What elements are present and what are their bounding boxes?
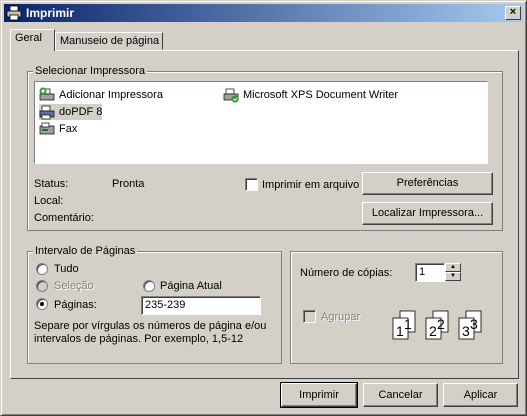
collate-digit: 3 bbox=[470, 316, 478, 332]
all-label[interactable]: Tudo bbox=[54, 263, 79, 275]
collate-icon: 1 1 2 2 3 3 bbox=[392, 310, 482, 340]
collate-page-set: 1 1 bbox=[392, 310, 416, 340]
collate-digit: 2 bbox=[437, 316, 445, 332]
comment-label: Comentário: bbox=[34, 212, 94, 224]
pages-input-value: 235-239 bbox=[145, 299, 186, 311]
printer-item-fax[interactable]: Fax bbox=[39, 121, 77, 137]
select-printer-legend: Selecionar Impressora bbox=[33, 65, 148, 77]
cancel-button[interactable]: Cancelar bbox=[363, 383, 438, 407]
close-button[interactable]: × bbox=[505, 6, 521, 20]
printer-item-add[interactable]: Adicionar Impressora bbox=[39, 87, 163, 103]
stepper-up-icon[interactable]: ▲ bbox=[445, 263, 461, 272]
apply-button[interactable]: Aplicar bbox=[443, 383, 518, 407]
pages-radio[interactable] bbox=[36, 298, 48, 310]
printer-label: Microsoft XPS Document Writer bbox=[243, 89, 399, 101]
collate-page-set: 3 3 bbox=[458, 310, 482, 340]
location-label: Local: bbox=[34, 195, 64, 207]
current-page-radio[interactable] bbox=[143, 280, 155, 292]
all-radio[interactable] bbox=[36, 263, 48, 275]
copies-stepper[interactable]: ▲ ▼ bbox=[445, 263, 461, 281]
status-label: Status: bbox=[34, 178, 69, 190]
printer-label: doPDF 8 bbox=[59, 106, 103, 118]
collate-digit: 1 bbox=[404, 316, 412, 332]
collate-label: Agrupar bbox=[321, 311, 361, 323]
printer-label: Adicionar Impressora bbox=[59, 89, 163, 101]
copies-input-value: 1 bbox=[419, 266, 426, 278]
page-range-legend: Intervalo de Páginas bbox=[33, 245, 138, 257]
apply-button-label: Aplicar bbox=[463, 389, 498, 401]
tab-manuseio-de-pagina[interactable]: Manuseio de página bbox=[55, 32, 163, 50]
collate-digit: 1 bbox=[396, 323, 404, 339]
copies-label: Número de cópias: bbox=[300, 267, 393, 279]
collate-page-set: 2 2 bbox=[425, 310, 449, 340]
printer-icon bbox=[39, 105, 55, 120]
printer-item-dopdf[interactable]: doPDF 8 bbox=[39, 104, 103, 120]
selection-radio bbox=[36, 280, 48, 292]
pages-label[interactable]: Páginas: bbox=[54, 299, 97, 311]
printer-list[interactable]: Adicionar Impressora Microsoft XPS Docum… bbox=[34, 81, 488, 164]
collate-digit: 2 bbox=[429, 323, 437, 339]
selection-label: Seleção bbox=[54, 280, 94, 292]
page-range-hint-line1: Separe por vírgulas os números de página… bbox=[34, 320, 267, 332]
print-to-file-label[interactable]: Imprimir em arquivo bbox=[262, 179, 359, 191]
status-value: Pronta bbox=[112, 178, 145, 190]
cancel-button-label: Cancelar bbox=[378, 389, 423, 401]
pages-input[interactable]: 235-239 bbox=[141, 296, 261, 315]
current-page-label[interactable]: Página Atual bbox=[160, 280, 222, 292]
preferences-button[interactable]: Preferências bbox=[362, 172, 493, 195]
collate-checkbox bbox=[303, 310, 316, 323]
copies-input[interactable]: 1 bbox=[415, 263, 445, 282]
page-range-hint-line2: intervalos de páginas. Por exemplo, 1,5-… bbox=[34, 333, 244, 345]
printer-icon bbox=[6, 5, 22, 21]
fax-icon bbox=[39, 122, 55, 135]
window-title: Imprimir bbox=[26, 6, 75, 20]
printer-item-xps[interactable]: Microsoft XPS Document Writer bbox=[223, 87, 398, 103]
printer-label: Fax bbox=[59, 123, 78, 135]
stepper-down-icon[interactable]: ▼ bbox=[445, 272, 461, 281]
title-bar[interactable]: Imprimir × bbox=[4, 4, 523, 22]
preferences-button-label: Preferências bbox=[396, 177, 459, 189]
add-printer-icon bbox=[39, 87, 55, 101]
print-button[interactable]: Imprimir bbox=[280, 382, 358, 408]
collate-digit: 3 bbox=[462, 323, 470, 339]
tab-label: Manuseio de página bbox=[60, 35, 160, 47]
print-to-file-checkbox[interactable] bbox=[245, 178, 258, 191]
find-printer-button-label: Localizar Impressora... bbox=[371, 207, 484, 219]
close-icon: × bbox=[509, 6, 517, 18]
print-dialog: Imprimir × Geral Manuseio de página Sele… bbox=[0, 0, 527, 416]
tab-label: Geral bbox=[15, 32, 42, 44]
printer-ready-icon bbox=[223, 88, 239, 103]
tab-geral[interactable]: Geral bbox=[10, 29, 55, 51]
print-button-label: Imprimir bbox=[299, 389, 339, 401]
find-printer-button[interactable]: Localizar Impressora... bbox=[362, 202, 493, 225]
